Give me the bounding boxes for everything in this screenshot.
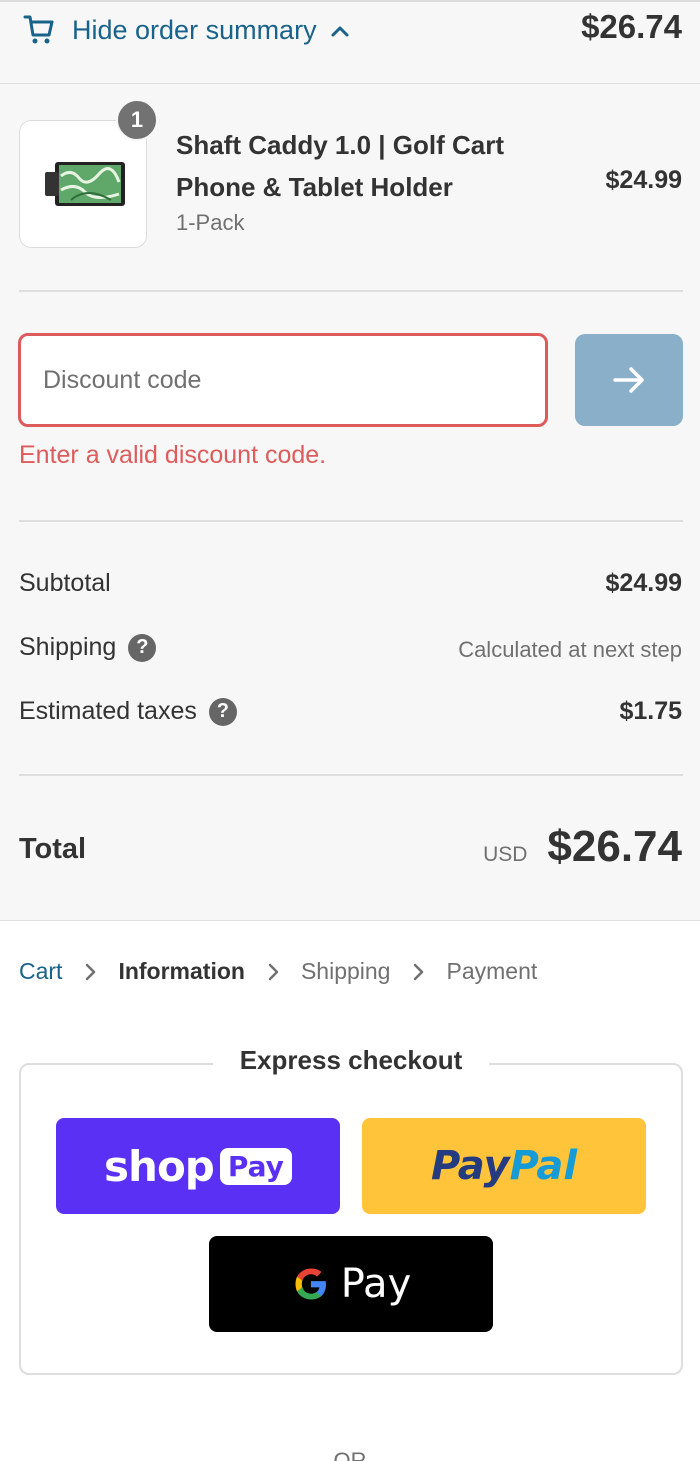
paypal-button[interactable]: PayPal bbox=[362, 1118, 646, 1214]
breadcrumb-shipping: Shipping bbox=[300, 958, 391, 984]
shipping-label-text: Shipping bbox=[19, 633, 117, 661]
header-total: $26.74 bbox=[581, 8, 682, 45]
google-pay-button[interactable]: Pay bbox=[209, 1236, 493, 1332]
estimated-taxes-label: Estimated taxes ? bbox=[19, 697, 237, 726]
order-summary-toggle-bar: Hide order summary $26.74 bbox=[0, 2, 700, 84]
order-summary: Hide order summary $26.74 1 Shaft Caddy … bbox=[0, 0, 700, 921]
discount-code-input[interactable] bbox=[18, 333, 548, 427]
paypal-logo-pay: Pay bbox=[430, 1143, 510, 1189]
chevron-right-icon bbox=[390, 962, 446, 982]
shipping-value: Calculated at next step bbox=[458, 637, 682, 662]
chevron-right-icon bbox=[245, 962, 301, 982]
estimated-taxes-label-text: Estimated taxes bbox=[19, 697, 197, 725]
google-g-icon bbox=[295, 1268, 326, 1300]
breadcrumb: Cart Information Shipping Payment bbox=[19, 958, 537, 985]
shipping-label: Shipping ? bbox=[19, 633, 157, 662]
cart-icon bbox=[22, 13, 56, 47]
divider bbox=[19, 774, 683, 776]
or-divider-label: OR bbox=[333, 1448, 367, 1461]
apply-discount-button[interactable] bbox=[575, 334, 683, 426]
product-variant: 1-Pack bbox=[176, 210, 245, 235]
chevron-right-icon bbox=[62, 962, 118, 982]
arrow-right-icon bbox=[613, 367, 644, 393]
total-currency: USD bbox=[483, 843, 528, 866]
google-pay-label: Pay bbox=[340, 1261, 412, 1307]
total-amount: $26.74 bbox=[547, 822, 682, 871]
paypal-logo: PayPal bbox=[431, 1143, 577, 1189]
product-name: Shaft Caddy 1.0 | Golf Cart Phone & Tabl… bbox=[176, 130, 504, 202]
subtotal-label-text: Subtotal bbox=[19, 569, 111, 597]
divider bbox=[19, 290, 683, 292]
toggle-label: Hide order summary bbox=[72, 14, 317, 45]
subtotal-value: $24.99 bbox=[605, 569, 682, 597]
quantity-badge: 1 bbox=[116, 99, 158, 141]
shop-pay-logo-pay: Pay bbox=[219, 1147, 292, 1185]
discount-error-message: Enter a valid discount code. bbox=[19, 441, 327, 469]
total-amount-group: USD $26.74 bbox=[483, 822, 682, 872]
question-circle-icon[interactable]: ? bbox=[128, 633, 157, 662]
shop-pay-button[interactable]: shop Pay bbox=[56, 1118, 340, 1214]
subtotal-label: Subtotal bbox=[19, 569, 111, 598]
question-circle-icon[interactable]: ? bbox=[208, 697, 237, 726]
total-label: Total bbox=[19, 833, 87, 865]
product-image bbox=[45, 162, 125, 206]
chevron-up-icon bbox=[329, 19, 351, 41]
hide-order-summary-toggle[interactable]: Hide order summary bbox=[22, 10, 351, 50]
estimated-taxes-value: $1.75 bbox=[619, 697, 682, 725]
breadcrumb-information: Information bbox=[118, 958, 245, 984]
shop-pay-logo-shop: shop bbox=[104, 1141, 215, 1191]
breadcrumb-cart[interactable]: Cart bbox=[19, 958, 62, 985]
divider bbox=[19, 520, 683, 522]
express-checkout-title: Express checkout bbox=[213, 1045, 489, 1076]
product-price: $24.99 bbox=[605, 166, 682, 194]
paypal-logo-pal: Pal bbox=[509, 1143, 578, 1189]
breadcrumb-payment: Payment bbox=[446, 958, 538, 984]
